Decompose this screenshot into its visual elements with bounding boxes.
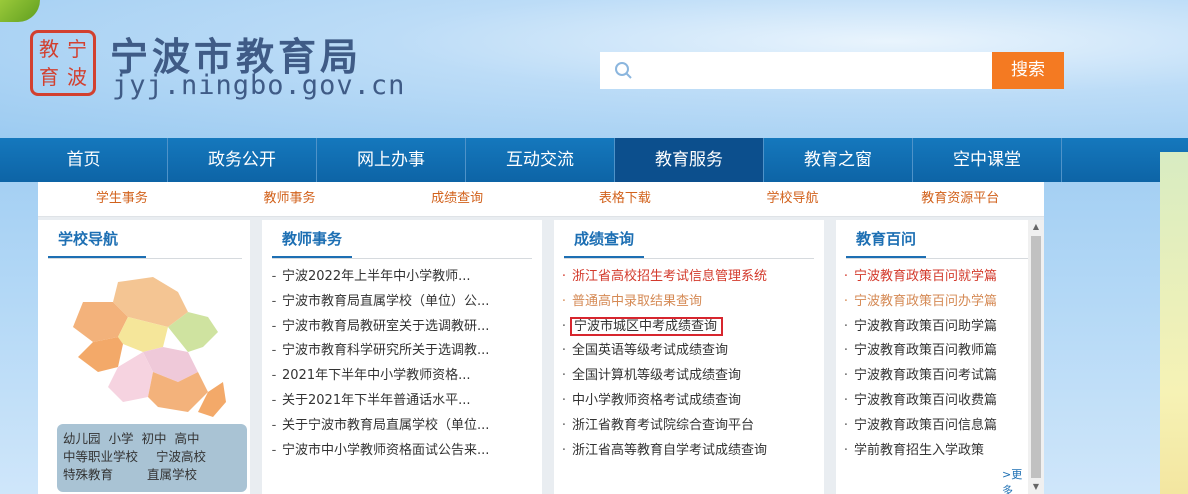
list-item[interactable]: · 全国计算机等级考试成绩查询 (556, 364, 767, 389)
score-query-list: · 浙江省高校招生考试信息管理系统 · 普通高中录取结果查询 · 宁波市城区中考成绩查… (556, 265, 767, 463)
site-header: 教 宁 育 波 宁波市教育局 jyj.ningbo.gov.cn 搜索 (0, 0, 1188, 138)
seal-char: 宁 (67, 37, 87, 61)
link-junior-high[interactable]: 初中 (142, 431, 167, 446)
search-button[interactable]: 搜索 (992, 52, 1064, 89)
list-item[interactable]: · 浙江省高等教育自学考试成绩查询 (556, 439, 767, 464)
list-item[interactable]: - 关于2021年下半年普通话水平... (266, 389, 489, 414)
scrollbar[interactable]: ▲ ▼ (1028, 220, 1044, 494)
list-item[interactable]: -2021年下半年中小学教师资格... (266, 364, 489, 389)
list-item[interactable]: · 宁波教育政策百问就学篇 (838, 265, 997, 290)
subnav-form-download[interactable]: 表格下载 (541, 182, 709, 216)
nav-education-services[interactable]: 教育服务 (615, 138, 764, 182)
side-decoration (1160, 152, 1188, 494)
nav-education-window[interactable]: 教育之窗 (764, 138, 913, 182)
seal-char: 育 (39, 65, 59, 89)
list-item[interactable]: - 宁波市教育局直属学校（单位）公... (266, 290, 490, 315)
list-item[interactable]: · 学前教育招生入学政策 (838, 439, 997, 464)
scroll-down-arrow-icon[interactable]: ▼ (1028, 480, 1044, 494)
nav-government-affairs[interactable]: 政务公开 (168, 138, 317, 182)
panel-title: 学校导航 (48, 220, 146, 259)
panel-title: 教育百问 (846, 220, 927, 259)
more-link[interactable]: >更多 (1002, 466, 1028, 494)
main-nav: 首页 政务公开 网上办事 互动交流 教育服务 教育之窗 空中课堂 (0, 138, 1188, 182)
list-item[interactable]: - 宁波市教育科学研究所关于选调教... (266, 339, 490, 364)
sub-nav: 学生事务 教师事务 成绩查询 表格下载 学校导航 教育资源平台 (38, 182, 1044, 217)
link-primary[interactable]: 小学 (109, 431, 134, 446)
nav-online-classroom[interactable]: 空中课堂 (913, 138, 1062, 182)
list-item[interactable]: - 宁波市教育局教研室关于选调教研... (266, 315, 490, 340)
list-item[interactable]: · 宁波教育政策百问教师篇 (838, 339, 997, 364)
list-item[interactable]: · 全国英语等级考试成绩查询 (556, 339, 767, 364)
divider (564, 258, 814, 259)
ningbo-map-image[interactable] (58, 272, 228, 422)
subnav-student-affairs[interactable]: 学生事务 (38, 182, 206, 216)
panel-title: 成绩查询 (564, 220, 645, 259)
nav-online-services[interactable]: 网上办事 (317, 138, 466, 182)
list-item[interactable]: · 宁波教育政策百问助学篇 (838, 315, 997, 340)
list-item[interactable]: · 中小学教师资格考试成绩查询 (556, 389, 767, 414)
list-item[interactable]: - 宁波2022年上半年中小学教师... (266, 265, 489, 290)
list-item-zhongkao-score[interactable]: · 宁波市城区中考成绩查询 (556, 315, 767, 340)
seal-char: 教 (39, 37, 59, 61)
subnav-teacher-affairs[interactable]: 教师事务 (206, 182, 374, 216)
site-domain: jyj.ningbo.gov.cn (112, 70, 406, 101)
search-input[interactable] (644, 58, 978, 84)
link-special-education[interactable]: 特殊教育 (63, 467, 113, 482)
link-direct-schools[interactable]: 直属学校 (147, 467, 197, 482)
list-item[interactable]: · 普通高中录取结果查询 (556, 290, 767, 315)
link-kindergarten[interactable]: 幼儿园 (63, 431, 101, 446)
link-universities[interactable]: 宁波高校 (156, 449, 206, 464)
seal-char: 波 (67, 65, 87, 89)
nav-interaction[interactable]: 互动交流 (466, 138, 615, 182)
bureau-seal-logo[interactable]: 教 宁 育 波 (30, 30, 96, 96)
list-item[interactable]: · 宁波教育政策百问考试篇 (838, 364, 997, 389)
score-query-panel: 成绩查询 · 浙江省高校招生考试信息管理系统 · 普通高中录取结果查询 · 宁波市城区… (554, 220, 824, 494)
list-item[interactable]: · 宁波教育政策百问信息篇 (838, 414, 997, 439)
list-item[interactable]: · 宁波教育政策百问办学篇 (838, 290, 997, 315)
content-area: 学生事务 教师事务 成绩查询 表格下载 学校导航 教育资源平台 学校导航 幼儿园… (38, 182, 1044, 494)
list-item[interactable]: - 宁波市中小学教师资格面试公告来... (266, 439, 490, 464)
subnav-school-nav[interactable]: 学校导航 (709, 182, 877, 216)
divider (48, 258, 242, 259)
subnav-score-query[interactable]: 成绩查询 (373, 182, 541, 216)
link-senior-high[interactable]: 高中 (175, 431, 200, 446)
link-vocational[interactable]: 中等职业学校 (63, 449, 138, 464)
teacher-affairs-panel: 教师事务 - 宁波2022年上半年中小学教师... - 宁波市教育局直属学校（单位）… (262, 220, 542, 494)
school-type-links: 幼儿园 小学 初中 高中 中等职业学校 宁波高校 特殊教育 直属学校 (57, 424, 247, 492)
search-box (600, 52, 992, 89)
subnav-resource-platform[interactable]: 教育资源平台 (876, 182, 1044, 216)
list-item[interactable]: · 浙江省高校招生考试信息管理系统 (556, 265, 767, 290)
list-item[interactable]: · 浙江省教育考试院综合查询平台 (556, 414, 767, 439)
faq-list: · 宁波教育政策百问就学篇 · 宁波教育政策百问办学篇 · 宁波教育政策百问助学篇 ·… (838, 265, 997, 463)
divider (272, 258, 532, 259)
divider (846, 258, 1028, 259)
education-faq-panel: 教育百问 · 宁波教育政策百问就学篇 · 宁波教育政策百问办学篇 · 宁波教育政策百问… (836, 220, 1028, 494)
list-item[interactable]: - 关于宁波市教育局直属学校（单位... (266, 414, 490, 439)
nav-home[interactable]: 首页 (0, 138, 168, 182)
school-nav-panel: 学校导航 幼儿园 小学 初中 高中 中等职业学校 宁波高校 特殊教育 直属学校 (38, 220, 250, 494)
search-icon (615, 62, 632, 79)
scroll-up-arrow-icon[interactable]: ▲ (1028, 220, 1044, 234)
list-item[interactable]: · 宁波教育政策百问收费篇 (838, 389, 997, 414)
scroll-thumb[interactable] (1031, 236, 1041, 478)
leaf-decoration (0, 0, 40, 22)
panel-title: 教师事务 (272, 220, 353, 259)
teacher-news-list: - 宁波2022年上半年中小学教师... - 宁波市教育局直属学校（单位）公... … (266, 265, 490, 464)
